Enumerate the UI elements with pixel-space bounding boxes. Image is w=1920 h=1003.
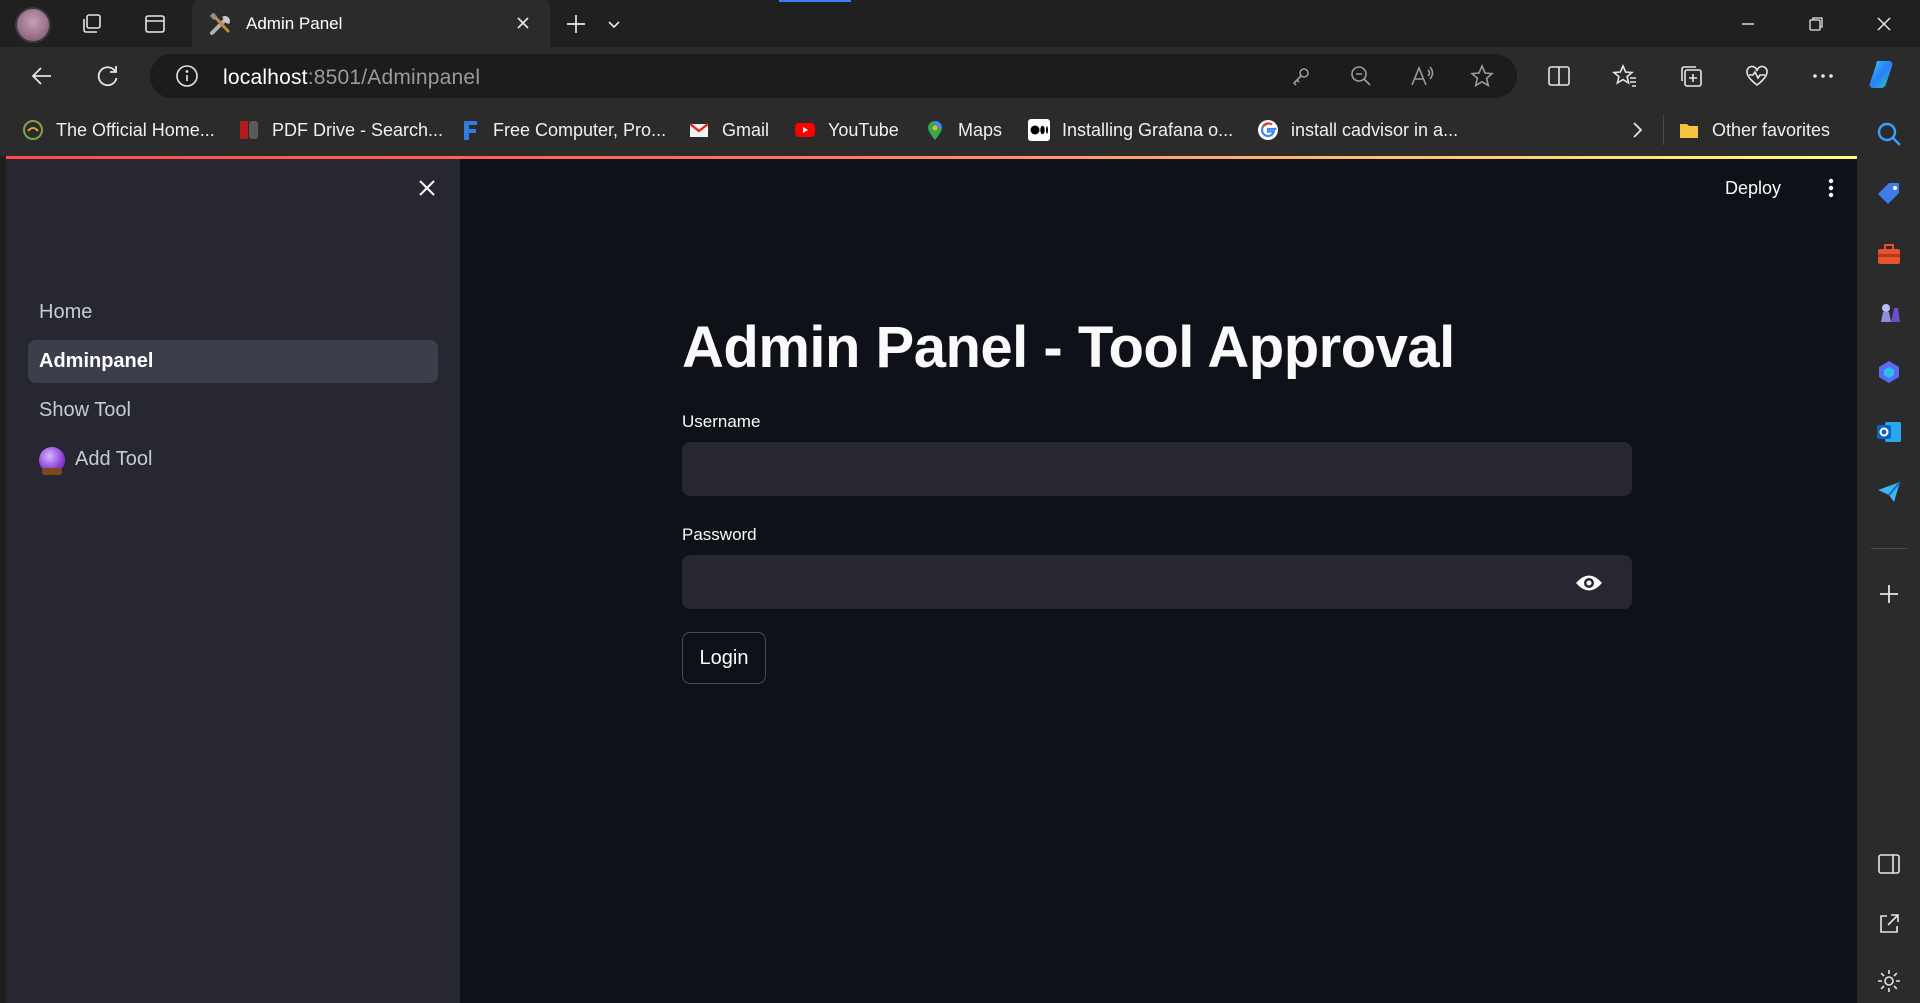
copilot-app-icon[interactable] — [1875, 358, 1903, 386]
pdf-drive-icon — [240, 121, 258, 139]
password-key-icon[interactable] — [1290, 65, 1312, 87]
favorite-star-icon[interactable] — [1470, 64, 1494, 88]
favorite-label: YouTube — [828, 119, 899, 140]
sidebar-item-home[interactable]: Home — [28, 291, 438, 334]
sidebar-item-label: Adminpanel — [39, 350, 154, 372]
favorite-label: Gmail — [722, 119, 770, 140]
favorite-label: Installing Grafana o... — [1062, 119, 1234, 140]
tools-toolbox-icon[interactable] — [1875, 240, 1903, 268]
new-tab-icon[interactable] — [558, 6, 594, 42]
favorites-bar: The Official Home... PDF Drive - Search.… — [0, 105, 1857, 156]
more-options-icon[interactable] — [1805, 58, 1841, 94]
show-password-eye-icon[interactable] — [1574, 571, 1604, 595]
add-icon[interactable] — [1875, 580, 1903, 608]
browser-toolbar: localhost:8501/Adminpanel — [0, 47, 1920, 105]
favorite-label: install cadvisor in a... — [1291, 119, 1459, 140]
workspaces-icon[interactable] — [74, 6, 110, 42]
favorite-label: Free Computer, Pro... — [493, 119, 667, 140]
favorite-item[interactable]: Maps — [924, 118, 1002, 142]
password-input[interactable] — [682, 555, 1632, 609]
hide-sidebar-icon[interactable] — [1875, 850, 1903, 878]
f-letter-icon — [464, 121, 477, 140]
favorite-label: PDF Drive - Search... — [272, 119, 444, 140]
sidebar-item-add-tool[interactable]: Add Tool — [28, 438, 438, 481]
sidebar-item-label: Add Tool — [75, 448, 153, 470]
close-window-icon[interactable] — [1866, 6, 1902, 42]
app-decoration-bar — [6, 156, 1857, 159]
password-label: Password — [682, 525, 757, 544]
read-aloud-icon[interactable] — [1410, 65, 1434, 87]
address-bar[interactable]: localhost:8501/Adminpanel — [150, 54, 1517, 98]
username-input[interactable] — [682, 442, 1632, 496]
username-label: Username — [682, 412, 761, 431]
more-favorites-chevron-icon[interactable] — [1624, 117, 1650, 143]
favorites-divider — [1663, 115, 1664, 145]
tab-actions-chevron-icon[interactable] — [596, 6, 632, 42]
open-external-icon[interactable] — [1875, 910, 1903, 938]
gmail-icon — [689, 123, 709, 137]
sidebar-divider — [1871, 548, 1907, 549]
refresh-icon[interactable] — [90, 58, 126, 94]
favorite-item[interactable]: install cadvisor in a... — [1257, 118, 1458, 142]
main-menu-icon[interactable] — [1821, 176, 1841, 200]
shopping-tag-icon[interactable] — [1875, 180, 1903, 208]
browser-essentials-icon[interactable] — [1739, 58, 1775, 94]
url-host: localhost — [223, 66, 308, 89]
outlook-icon[interactable] — [1875, 418, 1903, 446]
favorite-item[interactable]: YouTube — [794, 118, 899, 142]
page-title: Admin Panel - Tool Approval — [682, 315, 1455, 380]
browser-title-bar: Admin Panel — [0, 0, 1920, 47]
other-favorites-label: Other favorites — [1712, 119, 1831, 140]
favorite-label: The Official Home... — [56, 119, 215, 140]
tomcat-icon — [23, 120, 43, 140]
favorite-item[interactable]: Gmail — [688, 118, 769, 142]
close-tab-icon[interactable] — [512, 12, 534, 34]
collections-icon[interactable] — [1673, 58, 1709, 94]
favorite-label: Maps — [958, 119, 1003, 140]
sidebar-item-show-tool[interactable]: Show Tool — [28, 389, 438, 432]
send-telegram-icon[interactable] — [1875, 478, 1903, 506]
other-favorites-folder[interactable]: Other favorites — [1678, 118, 1830, 142]
favorite-item[interactable]: The Official Home... — [22, 118, 215, 142]
edge-sidebar — [1857, 105, 1920, 1003]
google-icon — [1258, 120, 1278, 140]
favorite-item[interactable]: Installing Grafana o... — [1028, 118, 1233, 142]
minimize-icon[interactable] — [1730, 6, 1766, 42]
tab-title: Admin Panel — [246, 14, 343, 33]
zoom-out-icon[interactable] — [1350, 65, 1372, 87]
url-path: :8501/Adminpanel — [307, 66, 481, 89]
close-sidebar-icon[interactable] — [416, 177, 438, 199]
medium-icon — [1028, 119, 1050, 141]
deploy-button[interactable]: Deploy — [1725, 178, 1781, 199]
youtube-icon — [795, 123, 815, 137]
sidebar-item-adminpanel[interactable]: Adminpanel — [28, 340, 438, 383]
tab-admin-panel[interactable]: Admin Panel — [192, 0, 550, 47]
app-sidebar: Home Adminpanel Show Tool Add Tool — [6, 156, 460, 1003]
tab-loading-indicator — [779, 0, 851, 2]
restore-icon[interactable] — [1798, 6, 1834, 42]
tools-icon — [210, 12, 230, 35]
crystal-ball-icon — [39, 446, 65, 475]
search-icon[interactable] — [1875, 120, 1903, 148]
back-icon[interactable] — [24, 58, 60, 94]
favorite-item[interactable]: PDF Drive - Search... — [238, 118, 443, 142]
settings-gear-icon[interactable] — [1875, 967, 1903, 995]
copilot-icon[interactable] — [1866, 56, 1902, 92]
page-viewport: Home Adminpanel Show Tool Add Tool Deplo… — [6, 156, 1857, 1003]
maps-pin-icon — [928, 121, 942, 140]
profile-avatar[interactable] — [15, 7, 51, 43]
sidebar-item-label: Home — [39, 301, 93, 323]
url-text[interactable]: localhost:8501/Adminpanel — [223, 66, 480, 90]
vertical-tabs-icon[interactable] — [137, 6, 173, 42]
favorite-item[interactable]: Free Computer, Pro... — [459, 118, 666, 142]
login-button[interactable]: Login — [682, 632, 766, 684]
games-chess-icon[interactable] — [1875, 298, 1903, 326]
favorites-icon[interactable] — [1607, 58, 1643, 94]
sidebar-item-label: Show Tool — [39, 399, 131, 421]
site-info-icon[interactable] — [175, 64, 199, 88]
split-screen-icon[interactable] — [1541, 58, 1577, 94]
folder-icon — [1680, 124, 1698, 138]
